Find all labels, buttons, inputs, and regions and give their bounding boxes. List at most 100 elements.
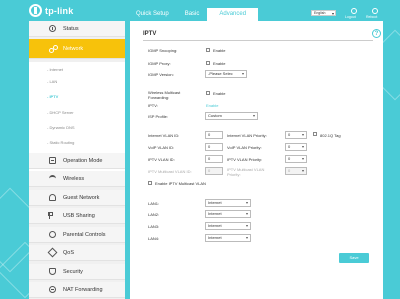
voip-vlan-id-label: VoIP VLAN ID:	[148, 145, 175, 150]
submenu-item-static-routing[interactable]: - Static Routing	[41, 137, 125, 149]
iptv-label: IPTV:	[148, 103, 158, 108]
help-icon[interactable]: ?	[372, 29, 381, 38]
lan4-select[interactable]: Internet	[205, 234, 251, 242]
tag-8021q-label: 802.1Q Tag	[320, 133, 341, 138]
sidebar-item-nat-forwarding[interactable]: NAT Forwarding	[29, 282, 125, 298]
sidebar-item-label: Security	[63, 268, 83, 275]
sidebar-item-label: Operation Mode	[63, 157, 103, 164]
lan3-label: LAN3:	[148, 224, 160, 229]
operation-mode-icon	[49, 157, 56, 164]
reboot-icon	[372, 8, 378, 14]
iptv-multicast-vlan-priority-label-2: Priority:	[227, 172, 241, 177]
igmp-version-label: IGMP Version:	[148, 72, 174, 77]
igmp-snooping-enable-label: Enable	[213, 48, 226, 53]
top-tabs: Quick Setup Basic Advanced	[128, 8, 259, 21]
title-divider	[143, 40, 373, 41]
tag-8021q-checkbox[interactable]	[313, 132, 317, 136]
save-button[interactable]: Save	[339, 253, 369, 263]
lan3-select[interactable]: Internet	[205, 222, 251, 230]
sidebar-item-guest-network[interactable]: Guest Network	[29, 190, 125, 206]
igmp-proxy-enable-label: Enable	[213, 61, 226, 66]
page-title: IPTV	[143, 31, 157, 37]
wifi-icon	[49, 175, 56, 182]
language-select[interactable]: English	[311, 10, 336, 16]
usb-icon	[48, 212, 56, 219]
sidebar-item-qos[interactable]: QoS	[29, 245, 125, 261]
sidebar-item-label: Wireless	[63, 175, 85, 182]
internet-vlan-id-label: Internet VLAN ID:	[148, 133, 180, 138]
igmp-proxy-label: IGMP Proxy:	[148, 61, 171, 66]
enable-iptv-multicast-vlan-label: Enable IPTV Multicast VLAN	[155, 181, 206, 186]
submenu-item-dynamic-dns[interactable]: - Dynamic DNS	[41, 122, 125, 134]
iptv-multicast-vlan-id-input[interactable]: 0	[205, 167, 223, 175]
main-panel: IPTV ? IGMP Snooping: Enable IGMP Proxy:…	[130, 21, 383, 299]
sidebar-item-label: Guest Network	[63, 194, 100, 201]
reboot-label: Reboot	[366, 15, 378, 19]
iptv-vlan-priority-label: IPTV VLAN Priority:	[227, 157, 263, 162]
wireless-multicast-label-2: Forwarding:	[148, 95, 170, 100]
submenu-item-iptv[interactable]: - IPTV	[41, 91, 125, 103]
enable-iptv-multicast-vlan-checkbox[interactable]	[148, 181, 152, 185]
network-icon	[49, 45, 58, 53]
logo-text: tp-link	[45, 5, 74, 16]
wireless-multicast-checkbox[interactable]	[206, 91, 210, 95]
nat-icon	[49, 286, 56, 293]
reboot-button[interactable]: Reboot	[366, 8, 384, 19]
voip-vlan-priority-select[interactable]: 0	[285, 143, 307, 151]
tp-link-logo[interactable]: tp-link	[29, 4, 73, 17]
tab-basic[interactable]: Basic	[177, 8, 208, 21]
submenu-item-lan[interactable]: - LAN	[41, 76, 125, 88]
tab-advanced[interactable]: Advanced	[207, 8, 259, 21]
qos-icon	[47, 247, 58, 258]
submenu-item-internet[interactable]: - Internet	[41, 64, 125, 76]
header: tp-link Quick Setup Basic Advanced Engli…	[0, 0, 400, 21]
voip-vlan-id-input[interactable]: 0	[205, 143, 223, 151]
igmp-version-select[interactable]: -Please Selec	[205, 70, 247, 78]
sidebar-item-operation-mode[interactable]: Operation Mode	[29, 153, 125, 169]
tab-quick-setup[interactable]: Quick Setup	[128, 8, 177, 21]
logout-icon	[351, 8, 357, 14]
tp-link-logo-icon	[29, 4, 42, 17]
iptv-vlan-id-input[interactable]: 0	[205, 155, 223, 163]
logout-label: Logout	[345, 15, 356, 19]
sidebar-item-label: NAT Forwarding	[63, 286, 103, 293]
sidebar-item-label: QoS	[63, 249, 75, 256]
sidebar-item-status[interactable]: Status	[29, 21, 125, 37]
iptv-vlan-priority-select[interactable]: 0	[285, 155, 307, 163]
igmp-snooping-checkbox[interactable]	[206, 48, 210, 52]
sidebar-item-label: Network	[63, 45, 84, 52]
guest-icon	[49, 194, 56, 201]
internet-vlan-priority-label: Internet VLAN Priority:	[227, 133, 267, 138]
lan1-select[interactable]: Internet	[205, 199, 251, 207]
parental-icon	[49, 231, 56, 238]
sidebar: Status Network - Internet - LAN - IPTV -…	[29, 21, 125, 299]
iptv-vlan-id-label: IPTV VLAN ID:	[148, 157, 175, 162]
sidebar-item-label: USB Sharing	[63, 212, 95, 219]
wireless-multicast-enable-label: Enable	[213, 91, 226, 96]
sidebar-item-security[interactable]: Security	[29, 264, 125, 280]
iptv-multicast-vlan-priority-select[interactable]: 0	[285, 167, 307, 175]
iptv-multicast-vlan-id-label: IPTV Multicast VLAN ID:	[148, 169, 192, 174]
shield-icon	[49, 268, 56, 275]
sidebar-item-label: Status	[63, 25, 79, 32]
sidebar-item-label: Parental Controls	[63, 231, 106, 238]
internet-vlan-priority-select[interactable]: 0	[285, 131, 307, 139]
info-icon	[49, 25, 56, 32]
lan2-label: LAN2:	[148, 212, 160, 217]
internet-vlan-id-input[interactable]: 0	[205, 131, 223, 139]
submenu-item-dhcp-server[interactable]: - DHCP Server	[41, 107, 125, 119]
sidebar-item-network[interactable]: Network	[29, 39, 125, 59]
logout-button[interactable]: Logout	[345, 8, 363, 19]
igmp-snooping-label: IGMP Snooping:	[148, 48, 178, 53]
lan1-label: LAN1:	[148, 201, 160, 206]
isp-profile-select[interactable]: Custom	[205, 112, 258, 120]
sidebar-item-parental-controls[interactable]: Parental Controls	[29, 227, 125, 243]
lan2-select[interactable]: Internet	[205, 210, 251, 218]
voip-vlan-priority-label: VoIP VLAN Priority:	[227, 145, 262, 150]
sidebar-item-usb-sharing[interactable]: USB Sharing	[29, 208, 125, 224]
iptv-enable-link[interactable]: Enable	[206, 103, 218, 108]
lan4-label: LAN4:	[148, 236, 160, 241]
igmp-proxy-checkbox[interactable]	[206, 61, 210, 65]
sidebar-item-wireless[interactable]: Wireless	[29, 171, 125, 187]
isp-profile-label: ISP Profile:	[148, 114, 168, 119]
